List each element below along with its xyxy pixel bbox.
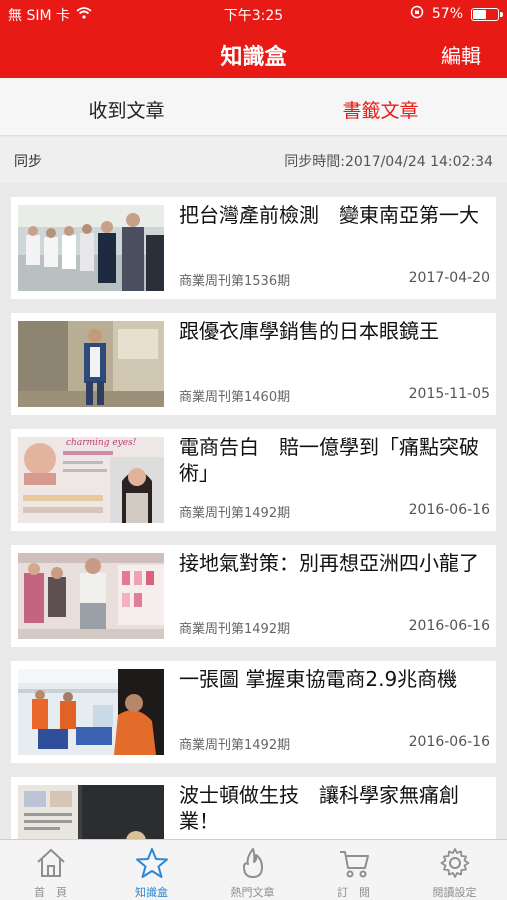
sync-button[interactable]: 同步 — [14, 151, 42, 171]
article-title: 跟優衣庫學銷售的日本眼鏡王 — [179, 319, 439, 343]
gear-icon — [438, 846, 472, 880]
flame-icon — [236, 846, 270, 880]
article-list: 把台灣產前檢測 變東南亞第一大 商業周刊第1536期 2017-04-20 跟優… — [0, 183, 507, 839]
edit-button[interactable]: 編輯 — [441, 40, 481, 69]
article-card[interactable]: 波士頓做生技 讓科學家無痛創業！ — [11, 777, 496, 839]
battery-level — [473, 9, 486, 19]
battery-percent: 57% — [431, 6, 463, 22]
article-thumbnail — [18, 553, 164, 639]
article-thumbnail — [18, 321, 164, 407]
status-bar: 無 SIM 卡 下午3:25 57% — [0, 0, 507, 28]
article-card[interactable]: 跟優衣庫學銷售的日本眼鏡王 商業周刊第1460期 2015-11-05 — [11, 313, 496, 415]
nav-bar: 知識盒 編輯 — [0, 28, 507, 78]
article-source: 商業周刊第1536期 — [179, 274, 291, 289]
home-icon — [34, 846, 68, 880]
battery-icon — [471, 7, 503, 21]
article-card[interactable]: charming eyes! 電商告白 賠一億學到「痛點突破術」 商業周刊第14… — [11, 429, 496, 531]
article-card[interactable]: 一張圖 掌握東協電商2.9兆商機 商業周刊第1492期 2016-06-16 — [11, 661, 496, 763]
tab-label: 訂 閱 — [337, 886, 370, 899]
segment-bookmark-articles[interactable]: 書籤文章 — [254, 96, 507, 123]
tab-knowledge-box[interactable]: 知識盒 — [101, 840, 202, 900]
tab-bar: 首 頁 知識盒 熱門文章 訂 閱 閱讀設定 — [0, 839, 507, 900]
sync-time: 同步時間:2017/04/24 14:02:34 — [284, 154, 493, 170]
article-date: 2016-06-16 — [408, 618, 490, 634]
article-source: 商業周刊第1492期 — [179, 738, 291, 753]
article-source: 商業周刊第1492期 — [179, 506, 291, 521]
article-title: 波士頓做生技 讓科學家無痛創業！ — [179, 783, 459, 833]
cart-icon — [337, 846, 371, 880]
sync-bar: 同步 同步時間:2017/04/24 14:02:34 — [0, 137, 507, 183]
tab-home[interactable]: 首 頁 — [0, 840, 101, 900]
article-thumbnail — [18, 669, 164, 755]
article-source: 商業周刊第1460期 — [179, 390, 291, 405]
star-icon — [135, 846, 169, 880]
tab-label: 熱門文章 — [230, 886, 275, 899]
article-title: 接地氣對策：別再想亞洲四小龍了 — [179, 551, 479, 575]
article-source: 商業周刊第1492期 — [179, 622, 291, 637]
segmented-control: 收到文章 書籤文章 — [0, 78, 507, 136]
article-card[interactable]: 把台灣產前檢測 變東南亞第一大 商業周刊第1536期 2017-04-20 — [11, 197, 496, 299]
tab-hot-articles[interactable]: 熱門文章 — [202, 840, 303, 900]
tab-reading-settings[interactable]: 閱讀設定 — [404, 840, 505, 900]
article-date: 2016-06-16 — [408, 734, 490, 750]
segment-received-articles[interactable]: 收到文章 — [0, 96, 253, 123]
tab-label: 閱讀設定 — [432, 886, 477, 899]
tab-label: 首 頁 — [34, 886, 67, 899]
article-date: 2015-11-05 — [408, 386, 490, 402]
tab-label: 知識盒 — [135, 886, 168, 899]
article-title: 一張圖 掌握東協電商2.9兆商機 — [179, 667, 458, 691]
page-title: 知識盒 — [220, 45, 287, 70]
article-thumbnail — [18, 785, 164, 839]
article-title: 電商告白 賠一億學到「痛點突破術」 — [179, 435, 479, 485]
article-date: 2017-04-20 — [408, 270, 490, 286]
status-right: 57% — [410, 5, 503, 23]
thumbnail-caption: charming eyes! — [66, 438, 137, 448]
article-card[interactable]: 接地氣對策：別再想亞洲四小龍了 商業周刊第1492期 2016-06-16 — [11, 545, 496, 647]
article-thumbnail — [18, 205, 164, 291]
rotation-lock-icon — [410, 5, 424, 23]
article-title: 把台灣產前檢測 變東南亞第一大 — [179, 203, 479, 227]
article-date: 2016-06-16 — [408, 502, 490, 518]
article-thumbnail: charming eyes! — [18, 437, 164, 523]
tab-subscribe[interactable]: 訂 閱 — [303, 840, 404, 900]
